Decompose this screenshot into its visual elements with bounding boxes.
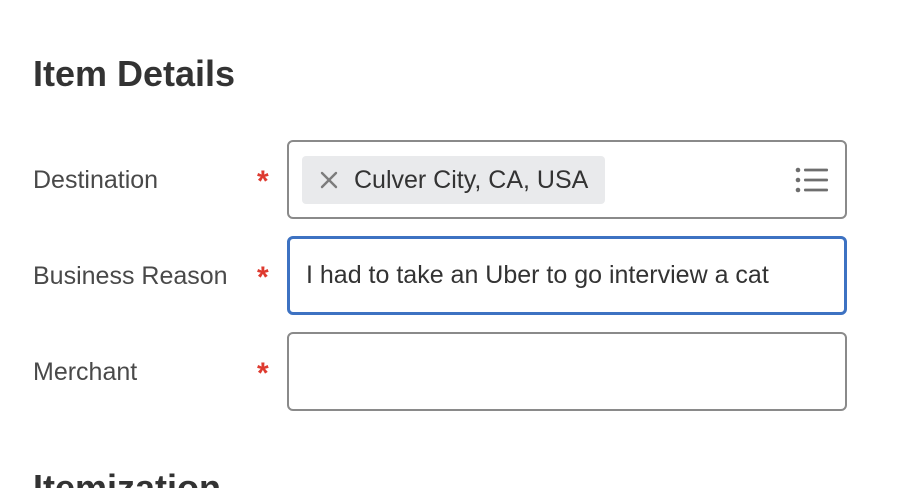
merchant-required-marker: * [257, 357, 269, 390]
close-icon[interactable] [318, 169, 340, 191]
merchant-field[interactable] [287, 332, 847, 411]
section-title: Item Details [33, 53, 236, 94]
item-details-page: Item Details Destination * Culver City, … [0, 0, 906, 488]
destination-label: Destination [33, 166, 159, 194]
itemization-title: Itemization [33, 467, 222, 488]
business-reason-required-marker: * [257, 261, 269, 294]
destination-required-marker: * [257, 165, 269, 198]
business-reason-label: Business Reason [33, 262, 228, 290]
destination-chip: Culver City, CA, USA [302, 156, 606, 204]
list-icon[interactable] [795, 166, 829, 194]
business-reason-value: I had to take an Uber to go interview a … [306, 261, 769, 289]
destination-field[interactable]: Culver City, CA, USA [287, 140, 847, 219]
business-reason-field[interactable]: I had to take an Uber to go interview a … [287, 236, 847, 315]
destination-chip-label: Culver City, CA, USA [354, 165, 589, 194]
merchant-label: Merchant [33, 358, 138, 386]
